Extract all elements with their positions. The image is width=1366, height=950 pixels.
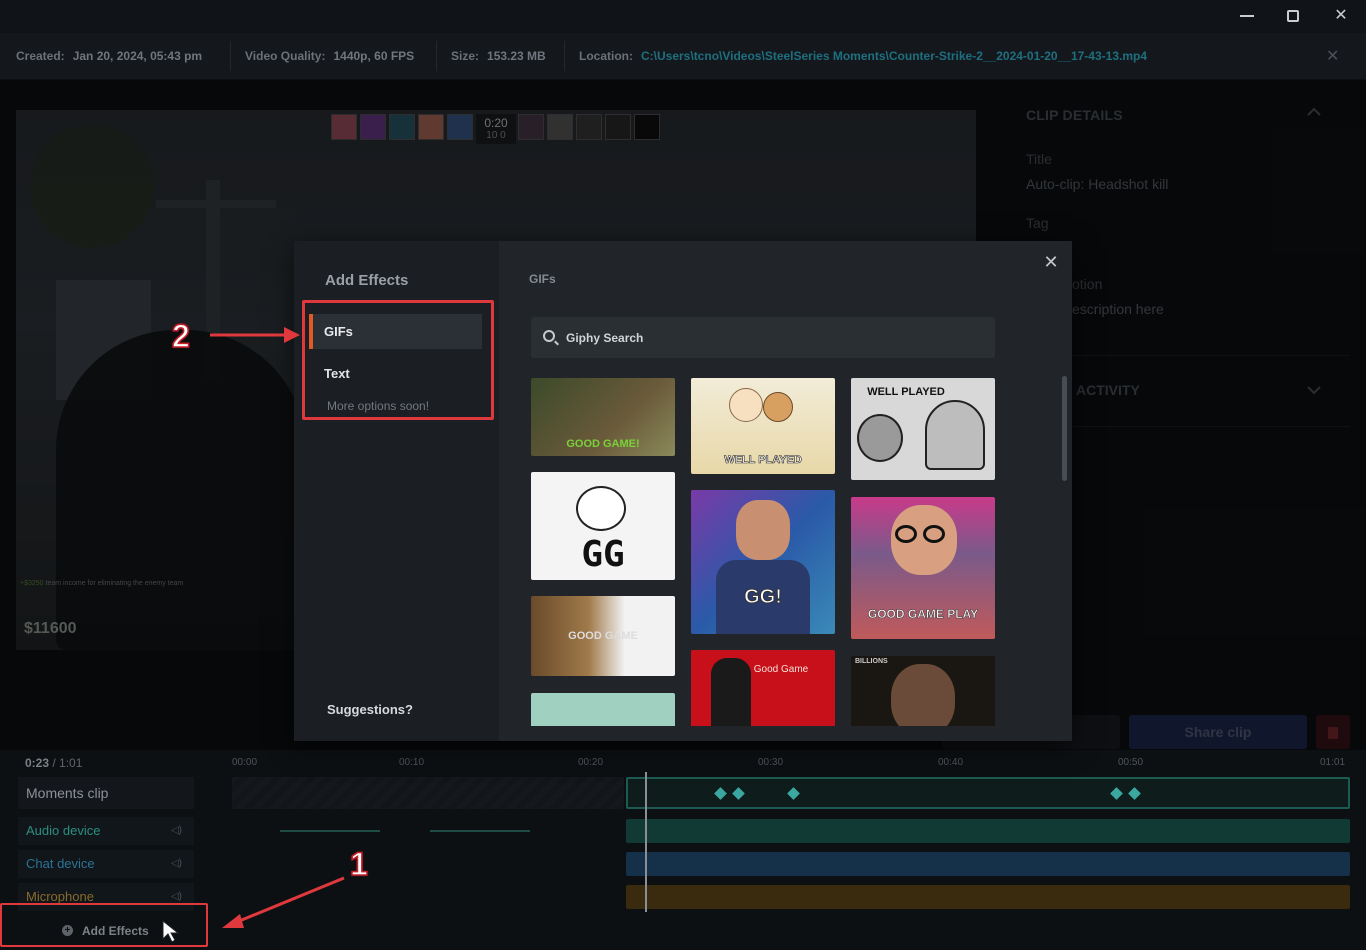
created-label: Created: [16,49,65,63]
person-photo [891,664,955,726]
modal-close-icon[interactable]: ✕ [1042,253,1060,271]
search-icon [543,330,555,342]
current-time: 0:23 [25,756,50,770]
gif-caption: GOOD GAME! [566,438,640,450]
created-info: Created: Jan 20, 2024, 05:43 pm [16,49,202,63]
mic-waveform-lane[interactable] [626,885,1350,909]
callout-arrow-1 [222,876,345,928]
gif-tile[interactable]: GG [531,472,675,580]
timeline-tick: 01:01 [1320,757,1346,768]
track-label: Audio device [26,823,101,838]
location-link[interactable]: C:\Users\tcno\Videos\SteelSeries Moments… [641,49,1147,63]
cartoon-drawing [857,414,903,462]
audio-waveform [430,830,530,832]
location-info: Location: C:\Users\tcno\Videos\SteelSerie… [579,49,1147,63]
close-window-button[interactable]: ✕ [1318,4,1364,28]
cartoon-drawing [763,392,793,422]
gif-tile[interactable]: GOOD GAME! [531,378,675,456]
gif-tile[interactable] [531,693,675,726]
gif-tile[interactable]: GG! [691,490,835,634]
audio-waveform-lane[interactable] [626,819,1350,843]
speaker-icon[interactable]: ◁) [171,850,182,878]
mouse-cursor-icon [162,920,180,943]
minimize-button[interactable] [1224,4,1270,28]
gif-caption: GOOD GAME PLAY [867,607,979,622]
search-placeholder: Giphy Search [566,331,644,345]
trimmed-region [232,777,624,809]
cartoon-drawing [925,400,985,470]
callout-box-2 [302,300,494,420]
track-chat-device: Chat device ◁) [18,850,194,878]
timeline-tick: 00:50 [1118,757,1144,768]
timeline-tick: 00:20 [578,757,604,768]
track-label: Moments clip [26,785,109,801]
divider [230,41,231,71]
clip-info-bar: Created: Jan 20, 2024, 05:43 pm Video Qua… [0,33,1366,79]
quality-value: 1440p, 60 FPS [333,49,415,63]
plus-icon: + [62,925,73,936]
track-label: Chat device [26,856,95,871]
giphy-search-input[interactable]: Giphy Search [531,317,995,358]
location-label: Location: [579,49,633,63]
callout-step-2: 2 [171,317,190,355]
speaker-icon[interactable]: ◁) [171,817,182,845]
info-close-icon[interactable]: ✕ [1326,46,1339,66]
gifs-section-title: GIFs [529,272,556,286]
person-photo [736,500,790,560]
title-bar: ✕ [0,0,1366,33]
gif-tile[interactable]: BILLIONS [851,656,995,726]
quality-label: Video Quality: [245,49,326,63]
gif-caption: Good Game [753,664,809,675]
audio-waveform [280,830,380,832]
add-effects-label: Add Effects [82,924,149,938]
suggestions-link[interactable]: Suggestions? [327,702,413,717]
gif-caption: GG [581,534,625,575]
modal-scrollbar[interactable] [1062,376,1067,481]
track-moments-clip: Moments clip [18,777,194,809]
callout-arrow-2 [210,327,300,343]
glasses-drawing [923,525,945,543]
maximize-button[interactable] [1270,4,1316,28]
size-info: Size: 153.23 MB [451,49,546,63]
track-audio-device: Audio device ◁) [18,817,194,845]
chat-waveform-lane[interactable] [626,852,1350,876]
glasses-drawing [895,525,917,543]
divider [564,41,565,71]
gif-caption: WELL PLAYED [724,454,802,467]
gif-tile[interactable]: Good Game [691,650,835,726]
gif-caption: WELL PLAYED [867,386,945,398]
cartoon-drawing [729,388,763,422]
maximize-icon [1287,10,1299,22]
quality-info: Video Quality: 1440p, 60 FPS [245,49,414,63]
playhead[interactable] [645,772,647,912]
minimize-icon [1240,15,1254,17]
explosion-drawing [576,486,626,531]
timeline-tick: 00:40 [938,757,964,768]
timeline-tick: 00:00 [232,757,258,768]
timeline-tick: 00:30 [758,757,784,768]
size-label: Size: [451,49,480,63]
gif-caption: GOOD GAME [568,630,638,642]
size-value: 153.23 MB [487,49,546,63]
track-label: Microphone [26,889,94,904]
gif-tile[interactable]: GOOD GAME [531,596,675,676]
callout-step-1: 1 [349,845,368,883]
playback-timecode: 0:23 / 1:01 [25,756,82,770]
effects-sidebar-title: Add Effects [325,272,409,289]
timeline-tick: 00:10 [399,757,425,768]
gif-tile[interactable]: WELL PLAYED [851,378,995,480]
gif-caption: GG! [744,586,783,609]
gif-caption: BILLIONS [855,658,888,665]
gif-tile[interactable]: GOOD GAME PLAY [851,497,995,639]
total-time: / 1:01 [52,756,83,770]
created-value: Jan 20, 2024, 05:43 pm [72,49,203,63]
gif-grid: GOOD GAME! GG GOOD GAME WELL PLAYED GG! … [531,371,1001,726]
gif-tile[interactable]: WELL PLAYED [691,378,835,474]
divider [436,41,437,71]
